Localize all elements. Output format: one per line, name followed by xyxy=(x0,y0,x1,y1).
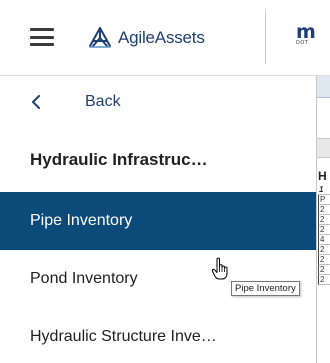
sidebar-item-pond-inventory[interactable]: Pond Inventory xyxy=(0,250,316,308)
top-header: AgileAssets m DOT xyxy=(0,0,330,76)
partner-logo: m DOT xyxy=(296,22,330,52)
hamburger-line xyxy=(30,35,54,39)
agileassets-logo-icon xyxy=(89,27,111,48)
hamburger-line xyxy=(30,43,54,46)
hamburger-menu-icon[interactable] xyxy=(30,28,54,46)
header-divider xyxy=(265,10,266,64)
sidebar-item-pipe-inventory[interactable]: Pipe Inventory xyxy=(0,192,316,250)
agileassets-logo[interactable]: AgileAssets xyxy=(88,26,205,50)
logo-text: AgileAssets xyxy=(118,28,205,47)
sidebar: Back Hydraulic Infrastruc… Pipe Inventor… xyxy=(0,76,316,363)
chevron-left-icon xyxy=(32,95,40,109)
section-title: Hydraulic Infrastruc… xyxy=(30,150,208,169)
content-toolbar xyxy=(317,76,330,98)
back-label: Back xyxy=(85,93,121,110)
partner-logo-main: m xyxy=(296,22,316,43)
main-content-edge: H 1 P 2 2 2 4 2 2 2 2 xyxy=(316,76,330,363)
table-row[interactable]: 2 xyxy=(318,245,330,255)
table-row[interactable]: P xyxy=(318,195,330,205)
sidebar-item-label: Pond Inventory xyxy=(30,270,138,287)
content-subheader xyxy=(317,138,330,158)
sidebar-item-hydraulic-structure-inventory[interactable]: Hydraulic Structure Inve… xyxy=(0,308,316,363)
table-row[interactable]: 4 xyxy=(318,235,330,245)
table-row[interactable]: 2 xyxy=(318,225,330,235)
sidebar-item-label: Pipe Inventory xyxy=(30,212,133,229)
table-row: 1 xyxy=(318,185,330,195)
sidebar-item-label: Hydraulic Structure Inve… xyxy=(30,328,217,345)
hamburger-line xyxy=(30,28,54,31)
table-row[interactable]: 2 xyxy=(318,215,330,225)
table-row[interactable]: 2 xyxy=(318,205,330,215)
table-row[interactable]: 2 xyxy=(318,265,330,275)
content-heading-fragment: H xyxy=(318,169,327,183)
table-row[interactable]: 2 xyxy=(318,275,330,285)
tooltip: Pipe Inventory xyxy=(231,281,300,296)
content-table: 1 P 2 2 2 4 2 2 2 2 xyxy=(318,185,330,285)
table-row[interactable]: 2 xyxy=(318,255,330,265)
back-button[interactable]: Back xyxy=(0,76,316,128)
